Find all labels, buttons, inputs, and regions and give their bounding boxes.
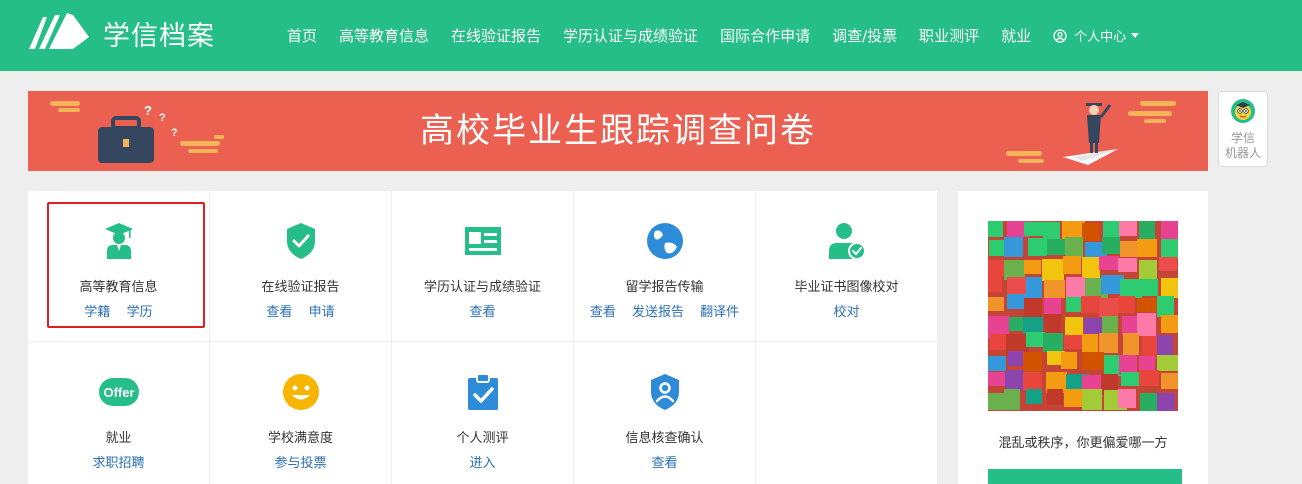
logo[interactable]: 学信档案: [27, 13, 215, 53]
user-check-icon: [828, 223, 866, 260]
link-view[interactable]: 查看: [590, 305, 616, 320]
offer-icon: Offer: [98, 378, 139, 406]
service-title: 高等教育信息: [79, 280, 158, 295]
poll-card: 混乱或秩序，你更偏爱哪一方: [958, 191, 1208, 484]
poll-question: 混乱或秩序，你更偏爱哪一方: [998, 436, 1168, 451]
nav-employment[interactable]: 就业: [1001, 25, 1031, 46]
chevron-down-icon: [1131, 33, 1140, 38]
nav-higher-education-info[interactable]: 高等教育信息: [339, 25, 429, 46]
globe-icon: [646, 223, 683, 259]
user-center-menu[interactable]: 个人中心: [1053, 26, 1140, 45]
link-apply[interactable]: 申请: [309, 305, 335, 320]
main-nav: 首页 高等教育信息 在线验证报告 学历认证与成绩验证 国际合作申请 调查/投票 …: [276, 0, 1140, 71]
link-student-status[interactable]: 学籍: [84, 305, 110, 320]
link-view[interactable]: 查看: [266, 305, 292, 320]
robot-avatar-icon: [1231, 99, 1255, 123]
nav-online-verification[interactable]: 在线验证报告: [451, 25, 541, 46]
services-grid: 高等教育信息 学籍 学历 在线验证报告 查看 申请 学历认证与成绩验证 查看 留…: [28, 191, 938, 484]
service-title: 信息核查确认: [625, 431, 704, 446]
smiley-icon: [282, 374, 319, 410]
colorful-mosaic-image: [988, 221, 1178, 411]
service-personal-assessment[interactable]: 个人测评 进入: [392, 342, 574, 484]
service-title: 就业: [105, 431, 132, 446]
service-degree-certification[interactable]: 学历认证与成绩验证 查看: [392, 191, 574, 342]
service-study-abroad-report[interactable]: 留学报告传输 查看 发送报告 翻译件: [574, 191, 756, 342]
nav-career-assessment[interactable]: 职业测评: [919, 25, 979, 46]
clipboard-check-icon: [467, 373, 498, 410]
link-enter[interactable]: 进入: [469, 456, 495, 471]
top-navigation-bar: 学信档案 首页 高等教育信息 在线验证报告 学历认证与成绩验证 国际合作申请 调…: [0, 0, 1302, 71]
link-check[interactable]: 校对: [833, 305, 859, 320]
service-info-verification[interactable]: 信息核查确认 查看: [574, 342, 756, 484]
id-card-icon: [464, 227, 501, 255]
service-higher-education-info[interactable]: 高等教育信息 学籍 学历: [28, 191, 210, 342]
poll-image[interactable]: [988, 221, 1178, 411]
robot-label-line1: 学信: [1230, 131, 1255, 145]
nav-home[interactable]: 首页: [287, 25, 317, 46]
service-title: 留学报告传输: [625, 280, 704, 295]
service-title: 毕业证书图像校对: [794, 280, 899, 295]
service-diploma-image-check[interactable]: 毕业证书图像校对 校对: [756, 191, 938, 342]
service-title: 学校满意度: [267, 431, 333, 446]
service-employment[interactable]: Offer 就业 求职招聘: [28, 342, 210, 484]
link-view[interactable]: 查看: [469, 305, 495, 320]
banner-title: 高校毕业生跟踪调查问卷: [420, 111, 816, 151]
shield-check-icon: [286, 223, 315, 259]
link-send-report[interactable]: 发送报告: [632, 305, 684, 320]
link-translation[interactable]: 翻译件: [700, 305, 739, 320]
shield-user-icon: [650, 374, 679, 410]
empty-cell: [756, 342, 938, 484]
survey-banner[interactable]: ? ? ? 高校毕业生跟踪调查问卷: [28, 91, 1208, 171]
svg-text:Offer: Offer: [103, 385, 134, 400]
link-degree[interactable]: 学历: [127, 305, 153, 320]
user-circle-icon: [1053, 28, 1067, 43]
link-view[interactable]: 查看: [651, 456, 677, 471]
robot-label-line2: 机器人: [1224, 146, 1261, 160]
user-center-label: 个人中心: [1074, 30, 1127, 45]
service-school-satisfaction[interactable]: 学校满意度 参与投票: [210, 342, 392, 484]
poll-vote-button[interactable]: [988, 469, 1182, 484]
chat-robot-button[interactable]: 学信 机器人: [1218, 91, 1268, 167]
nav-international-cooperation[interactable]: 国际合作申请: [720, 25, 810, 46]
logo-book-icon: [29, 13, 89, 49]
graduate-icon: [104, 223, 133, 259]
link-vote[interactable]: 参与投票: [274, 456, 326, 471]
nav-survey-vote[interactable]: 调查/投票: [832, 25, 897, 46]
service-online-verification-report[interactable]: 在线验证报告 查看 申请: [210, 191, 392, 342]
service-title: 在线验证报告: [261, 280, 340, 295]
service-title: 个人测评: [456, 431, 509, 446]
nav-degree-certification[interactable]: 学历认证与成绩验证: [563, 25, 698, 46]
service-title: 学历认证与成绩验证: [423, 280, 541, 295]
link-job-hunting[interactable]: 求职招聘: [92, 456, 144, 471]
logo-text: 学信档案: [103, 20, 215, 52]
